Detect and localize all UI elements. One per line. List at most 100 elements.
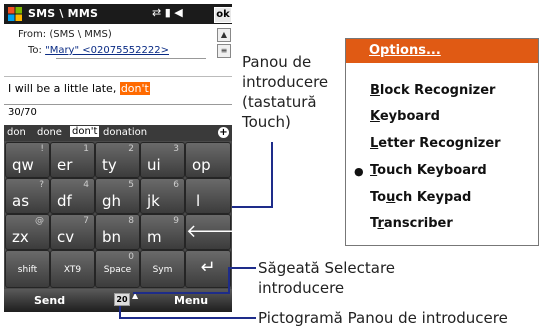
to-row[interactable]: To: "Mary" <02075552222> — [28, 45, 169, 56]
send-softkey[interactable]: Send — [34, 294, 65, 307]
menu-item-block-recognizer[interactable]: Block Recognizer — [370, 83, 495, 98]
from-row: From: (SMS \ MMS) — [18, 29, 112, 40]
menu-softkey[interactable]: Menu — [174, 294, 208, 307]
key-label: Space — [103, 265, 132, 275]
message-body[interactable]: I will be a little late, don't 30/70 — [4, 77, 232, 125]
divider — [4, 104, 232, 105]
key-alt: 4 — [83, 180, 89, 190]
sym-key[interactable]: Sym — [140, 250, 185, 288]
menu-item-label: ouch Keyboard — [377, 163, 487, 178]
key-label: cv — [57, 228, 75, 246]
menu-item-letter-recognizer[interactable]: Letter Recognizer — [370, 136, 501, 151]
callout-panel-icon: Pictogramă Panou de introducere — [258, 309, 508, 327]
key-l[interactable]: l — [185, 178, 231, 214]
callout-line: introducere — [242, 73, 329, 91]
backspace-icon: 🡐 — [186, 221, 235, 242]
message-text[interactable]: I will be a little late, don't — [8, 82, 150, 95]
options-title-text: Options... — [369, 43, 441, 58]
menu-item-keyboard[interactable]: Keyboard — [370, 109, 440, 124]
key-alt: ! — [40, 144, 44, 154]
selected-bullet-icon: ● — [354, 165, 364, 178]
key-ty[interactable]: 2 ty — [95, 142, 140, 178]
callout-selector-arrow: Săgeată Selectare introducere — [258, 258, 395, 298]
signal-icon[interactable]: ▮ — [165, 6, 171, 19]
menu-item-transcriber[interactable]: Transcriber — [370, 216, 453, 231]
callout-connector — [133, 292, 230, 294]
from-label: From: — [18, 29, 47, 40]
key-df[interactable]: 4 df — [50, 178, 95, 214]
key-label: ty — [102, 156, 117, 174]
add-word-icon[interactable]: + — [218, 127, 229, 138]
to-label: To: — [28, 45, 42, 56]
key-zx[interactable]: @ zx — [5, 214, 50, 250]
to-recipient[interactable]: "Mary" <02075552222> — [45, 45, 169, 56]
callout-line: Panou de — [242, 53, 312, 71]
suggestion[interactable]: donation — [103, 127, 147, 138]
message-highlighted-word: don't — [119, 82, 150, 95]
key-qw[interactable]: ! qw — [5, 142, 50, 178]
callout-line: Touch) — [242, 113, 291, 131]
windows-start-icon[interactable] — [7, 6, 23, 22]
key-gh[interactable]: 5 gh — [95, 178, 140, 214]
callout-line: Săgeată Selectare — [258, 259, 396, 277]
key-jk[interactable]: 6 jk — [140, 178, 185, 214]
key-label: jk — [147, 192, 160, 210]
key-label: Sym — [152, 265, 173, 275]
connectivity-icon[interactable]: ⇄ — [152, 6, 161, 19]
ok-button[interactable]: ok — [214, 7, 232, 23]
volume-icon[interactable]: ◀ — [174, 6, 182, 19]
suggestion-selected[interactable]: don't — [70, 126, 100, 137]
menu-item-label: etter Recognizer — [378, 136, 501, 151]
input-panel-icon[interactable]: 20 — [114, 293, 130, 306]
options-menu: Options... Block Recognizer Keyboard Let… — [345, 38, 539, 246]
message-header: From: (SMS \ MMS) To: "Mary" <0207555222… — [4, 24, 232, 77]
enter-key[interactable]: ↵ — [185, 250, 231, 288]
callout-connector — [232, 206, 273, 208]
callout-line: introducere — [258, 279, 345, 297]
key-alt: 5 — [128, 180, 134, 190]
key-as[interactable]: ? as — [5, 178, 50, 214]
menu-item-touch-keyboard[interactable]: Touch Keyboard — [370, 163, 487, 178]
key-alt: 9 — [173, 216, 179, 226]
status-icons[interactable]: ⇄ ▮ ◀ — [152, 6, 183, 19]
options-menu-title[interactable]: Options... — [346, 39, 538, 63]
key-label: df — [57, 192, 72, 210]
menu-item-mnemonic: B — [370, 83, 380, 98]
char-count: 30/70 — [8, 107, 37, 118]
key-label: gh — [102, 192, 122, 210]
key-alt: 6 — [173, 180, 179, 190]
key-label: bn — [102, 228, 122, 246]
enter-icon: ↵ — [200, 257, 216, 278]
key-alt: ? — [39, 180, 44, 190]
suggestion[interactable]: don — [7, 127, 26, 138]
key-m[interactable]: 9m — [140, 214, 185, 250]
suggestion[interactable]: done — [37, 127, 62, 138]
to-underline — [56, 58, 206, 59]
key-label: ui — [147, 156, 161, 174]
key-alt: 3 — [173, 144, 179, 154]
key-op[interactable]: op — [185, 142, 231, 178]
key-cv[interactable]: 7 cv — [50, 214, 95, 250]
key-er[interactable]: 1 er — [50, 142, 95, 178]
key-alt: 2 — [128, 144, 134, 154]
touch-keyboard: ! qw 1 er 2 ty 3 ui op ? as 4 df 5 gh 6 jk l @ zx… — [4, 141, 235, 289]
message-plain-text: I will be a little late, — [8, 82, 120, 95]
title-bar: SMS \ MMS ⇄ ▮ ◀ ok — [4, 4, 232, 24]
callout-input-panel: Panou de introducere (tastatură Touch) — [242, 52, 328, 132]
key-label: as — [12, 192, 30, 210]
shift-key[interactable]: shift — [5, 250, 50, 288]
key-label: er — [57, 156, 73, 174]
key-label: zx — [12, 228, 29, 246]
key-bn[interactable]: 8 bn — [95, 214, 140, 250]
menu-item-label: eyboard — [379, 109, 440, 124]
space-key[interactable]: 0 Space — [95, 250, 140, 288]
menu-item-touch-keypad[interactable]: Touch Keypad — [370, 190, 471, 205]
xt9-key[interactable]: XT9 — [50, 250, 95, 288]
key-alt: @ — [35, 216, 44, 226]
backspace-key[interactable]: 🡐 — [185, 214, 235, 250]
scroll-up-icon[interactable]: ▲ — [217, 28, 231, 42]
contacts-icon[interactable]: ≡ — [217, 44, 231, 58]
key-ui[interactable]: 3 ui — [140, 142, 185, 178]
key-alt: 0 — [128, 252, 134, 262]
from-value: (SMS \ MMS) — [49, 29, 112, 40]
